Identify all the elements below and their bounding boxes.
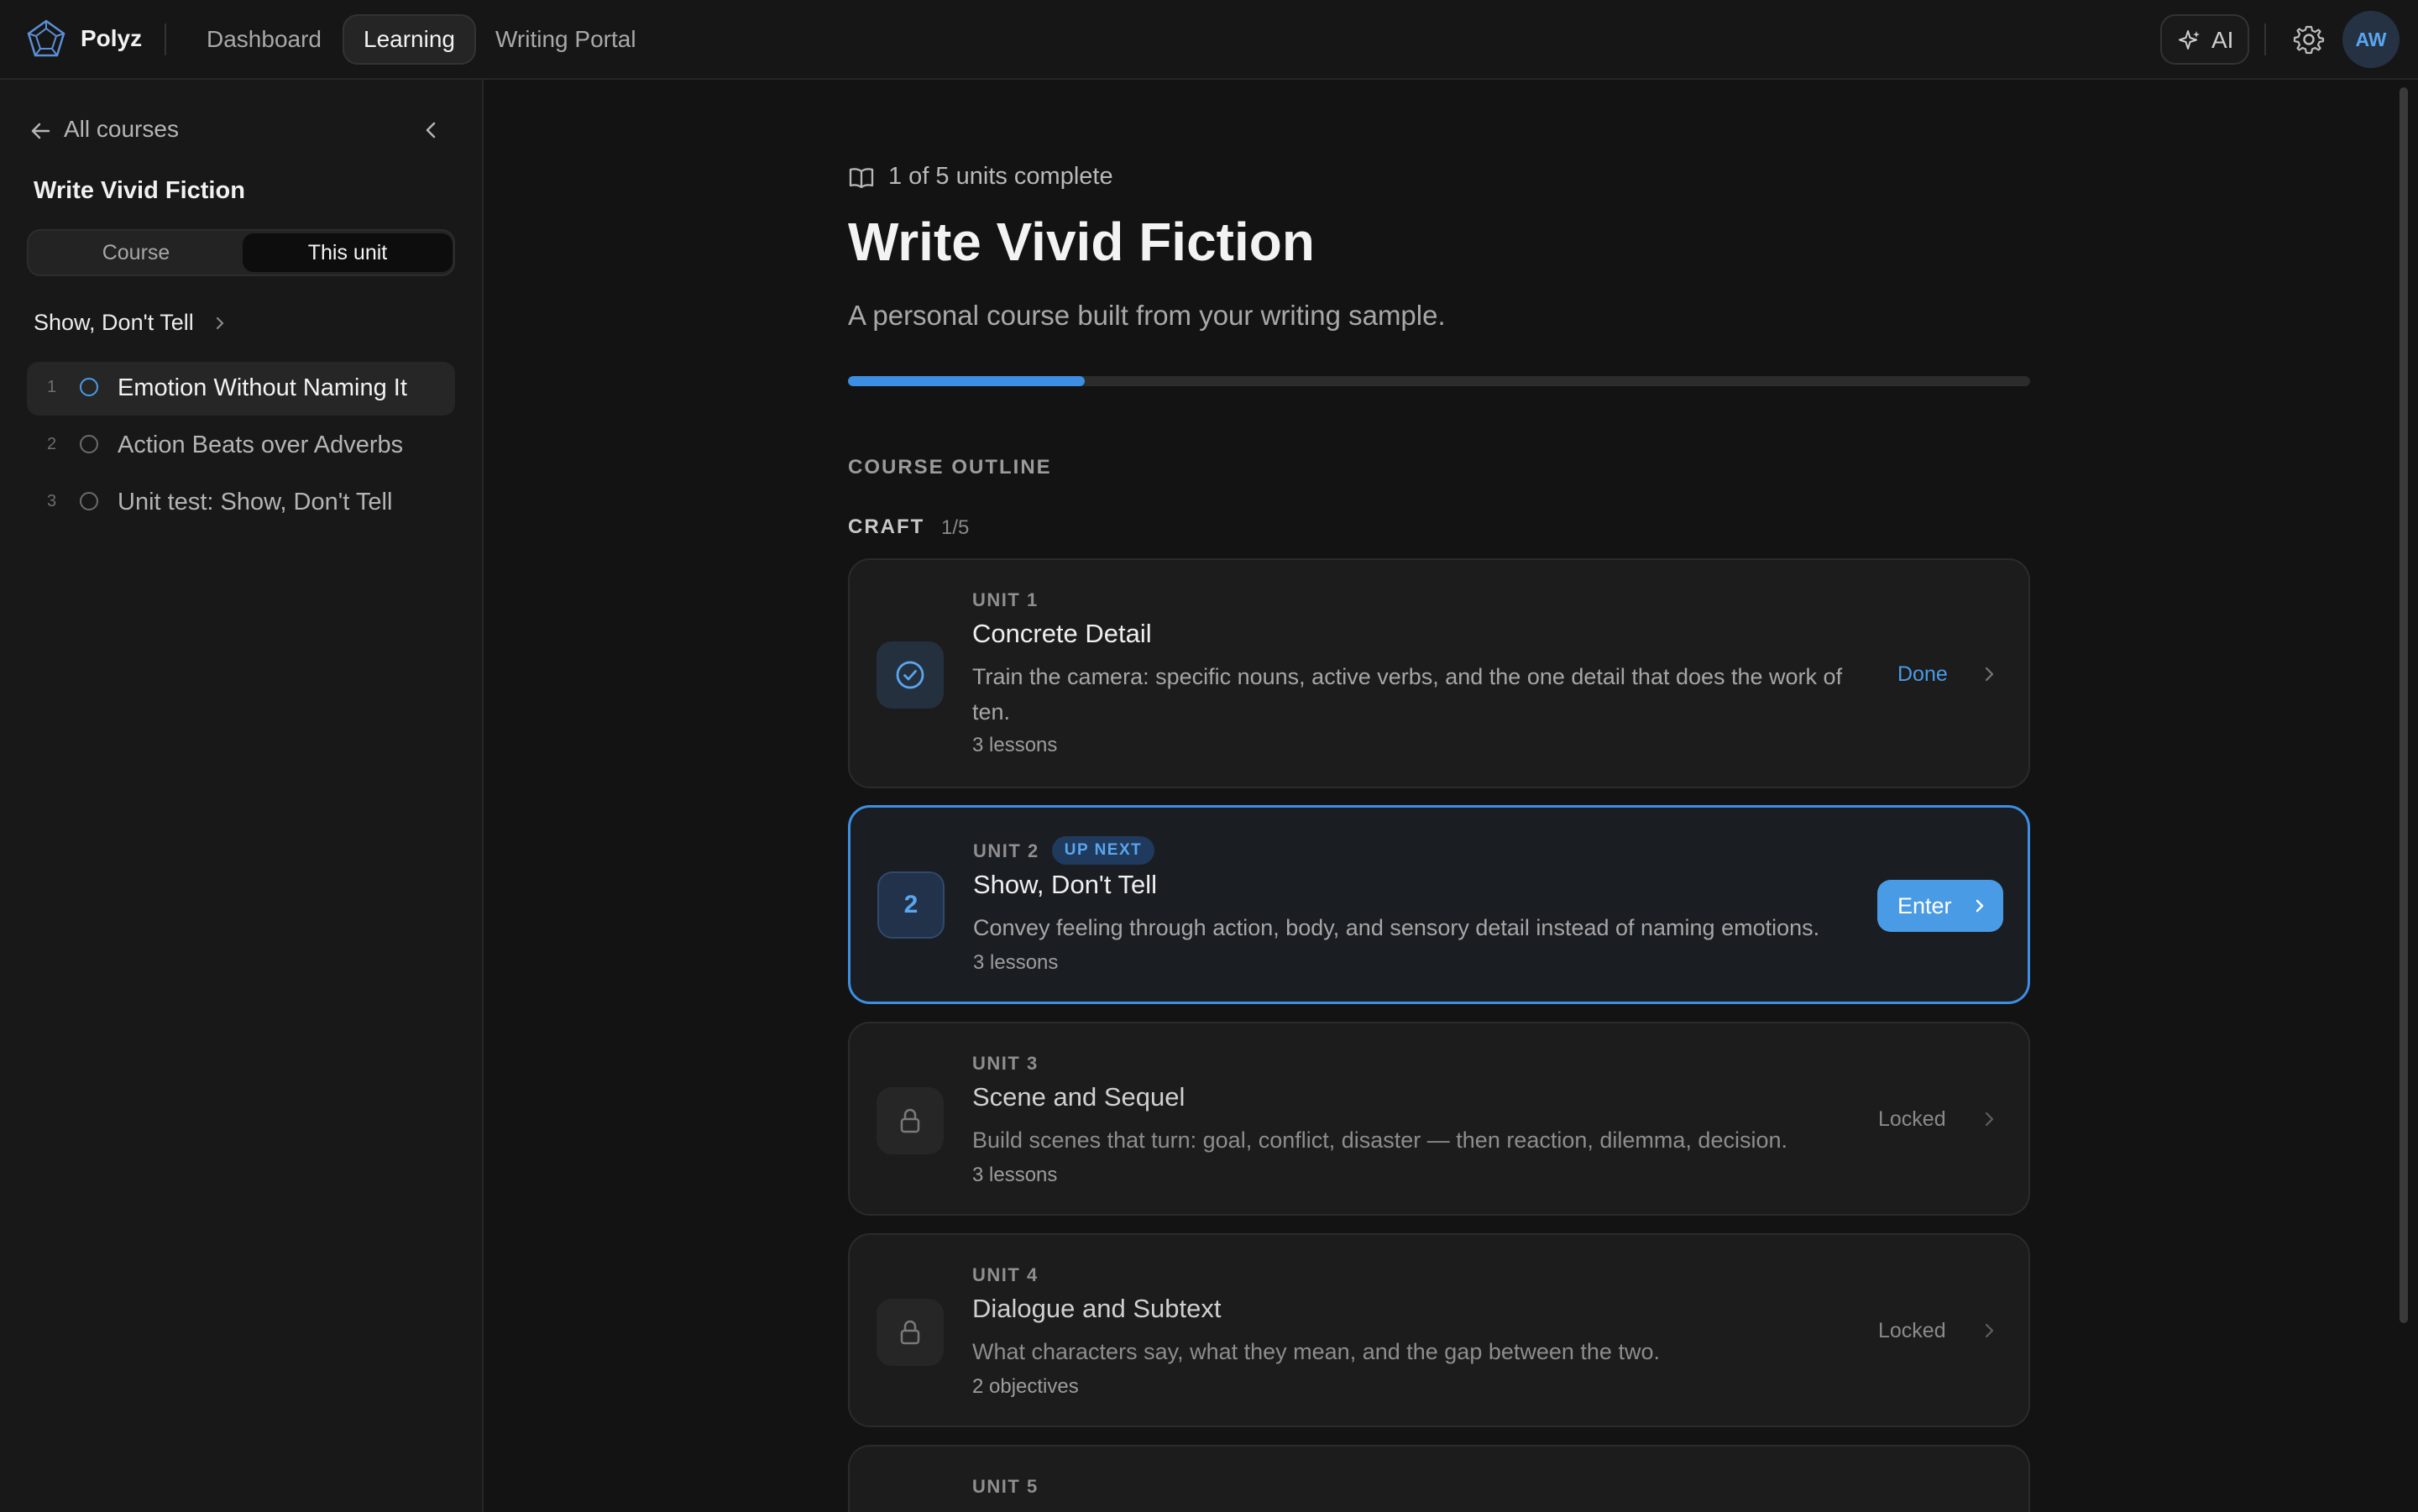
unit-title: Concrete Detail: [972, 619, 1152, 648]
unit-lesson-count: 3 lessons: [972, 734, 1058, 756]
course-progress-bar: [848, 376, 2030, 386]
lesson-item[interactable]: 1 Emotion Without Naming It: [27, 362, 455, 416]
view-segmented-control: Course This unit: [27, 229, 455, 276]
sidebar: All courses Write Vivid Fiction Course T…: [0, 80, 484, 1512]
all-courses-label: All courses: [64, 116, 179, 142]
unit-title: Scene and Sequel: [972, 1082, 1185, 1112]
chevron-right-icon: [216, 317, 224, 330]
lock-icon: [900, 1320, 920, 1345]
circle-icon: [80, 435, 98, 453]
page-title: Write Vivid Fiction: [848, 212, 1315, 272]
unit-status-icon-box: [877, 641, 944, 709]
top-bar: Polyz Dashboard Learning Writing Portal …: [0, 0, 2418, 80]
divider: [2264, 24, 2266, 55]
unit-card-locked[interactable]: UNIT 3 Scene and Sequel Build scenes tha…: [848, 1022, 2030, 1216]
course-progress-fill: [848, 376, 1085, 386]
unit-card-up-next[interactable]: 2 UNIT 2 UP NEXT Show, Don't Tell Convey…: [848, 805, 2030, 1004]
unit-name: UNIT 3: [972, 1053, 1039, 1074]
current-unit-label: Show, Don't Tell: [34, 310, 194, 335]
unit-card-locked[interactable]: UNIT 5: [848, 1445, 2030, 1512]
course-outline-heading: COURSE OUTLINE: [848, 456, 1052, 479]
current-unit-link[interactable]: Show, Don't Tell: [34, 310, 224, 336]
ai-button[interactable]: AI: [2160, 14, 2249, 65]
lesson-label: Action Beats over Adverbs: [118, 432, 404, 458]
chevron-right-icon: [1976, 899, 1984, 913]
chevron-right-icon: [1985, 1112, 1994, 1127]
unit-description: Convey feeling through action, body, and…: [973, 915, 1820, 940]
lock-icon: [900, 1108, 920, 1133]
unit-lesson-count: 3 lessons: [972, 1164, 1058, 1186]
polyz-logo-icon[interactable]: [25, 18, 67, 60]
lesson-item[interactable]: 2 Action Beats over Adverbs: [27, 419, 455, 473]
unit-lesson-count: 3 lessons: [973, 951, 1059, 974]
lesson-item[interactable]: 3 Unit test: Show, Don't Tell: [27, 476, 455, 530]
unit-status-locked: Locked: [1878, 1319, 1946, 1342]
circle-icon: [80, 492, 98, 510]
sidebar-course-title: Write Vivid Fiction: [34, 177, 245, 204]
enter-button-label: Enter: [1897, 893, 1952, 918]
unit-number-box: 2: [877, 871, 945, 939]
unit-description: Build scenes that turn: goal, conflict, …: [972, 1127, 1787, 1153]
book-open-icon: [849, 168, 874, 189]
group-label: CRAFT: [848, 515, 925, 538]
segment-this-unit[interactable]: This unit: [243, 233, 453, 272]
unit-status-icon-box: [877, 1087, 944, 1154]
enter-unit-button[interactable]: Enter: [1877, 880, 2003, 932]
group-count: 1/5: [941, 516, 970, 539]
gear-icon[interactable]: [2293, 24, 2325, 55]
divider: [165, 24, 166, 55]
unit-name: UNIT 4: [972, 1264, 1039, 1285]
unit-name: UNIT 2: [973, 840, 1039, 861]
unit-title: Show, Don't Tell: [973, 870, 1158, 899]
scrollbar[interactable]: [2400, 87, 2408, 1323]
unit-name: UNIT 1: [972, 589, 1039, 610]
lesson-label: Emotion Without Naming It: [118, 374, 407, 401]
lesson-number: 1: [47, 378, 57, 396]
unit-status-locked: Locked: [1878, 1107, 1946, 1131]
segment-course[interactable]: Course: [31, 233, 241, 272]
check-circle-icon: [896, 661, 924, 689]
unit-description: What characters say, what they mean, and…: [972, 1339, 1660, 1364]
up-next-badge: UP NEXT: [1052, 836, 1154, 865]
unit-name: UNIT 5: [972, 1476, 1039, 1497]
lesson-number: 2: [47, 435, 57, 453]
page-subtitle: A personal course built from your writin…: [848, 300, 1446, 331]
nav-learning[interactable]: Learning: [343, 14, 476, 65]
unit-card-locked[interactable]: UNIT 4 Dialogue and Subtext What charact…: [848, 1233, 2030, 1427]
units-progress-label: 1 of 5 units complete: [888, 163, 1113, 190]
unit-description: Train the camera: specific nouns, active…: [972, 664, 1843, 725]
circle-icon: [80, 378, 98, 396]
unit-objective-count: 2 objectives: [972, 1375, 1079, 1398]
avatar[interactable]: AW: [2342, 11, 2400, 68]
collapse-sidebar-icon[interactable]: [420, 118, 443, 142]
sparkle-icon: [2179, 30, 2200, 50]
arrow-left-icon: [31, 123, 50, 139]
unit-status-done: Done: [1897, 662, 1948, 686]
chevron-right-icon: [1985, 667, 1994, 682]
nav-dashboard[interactable]: Dashboard: [187, 14, 341, 65]
chevron-right-icon: [1985, 1323, 1994, 1338]
nav-writing-portal[interactable]: Writing Portal: [476, 14, 656, 65]
unit-card[interactable]: UNIT 1 Concrete Detail Train the camera:…: [848, 558, 2030, 788]
lesson-number: 3: [47, 492, 57, 510]
unit-title: Dialogue and Subtext: [972, 1294, 1222, 1323]
unit-status-icon-box: [877, 1299, 944, 1366]
brand-name[interactable]: Polyz: [81, 25, 142, 52]
lesson-label: Unit test: Show, Don't Tell: [118, 489, 393, 515]
ai-button-label: AI: [2211, 27, 2234, 53]
